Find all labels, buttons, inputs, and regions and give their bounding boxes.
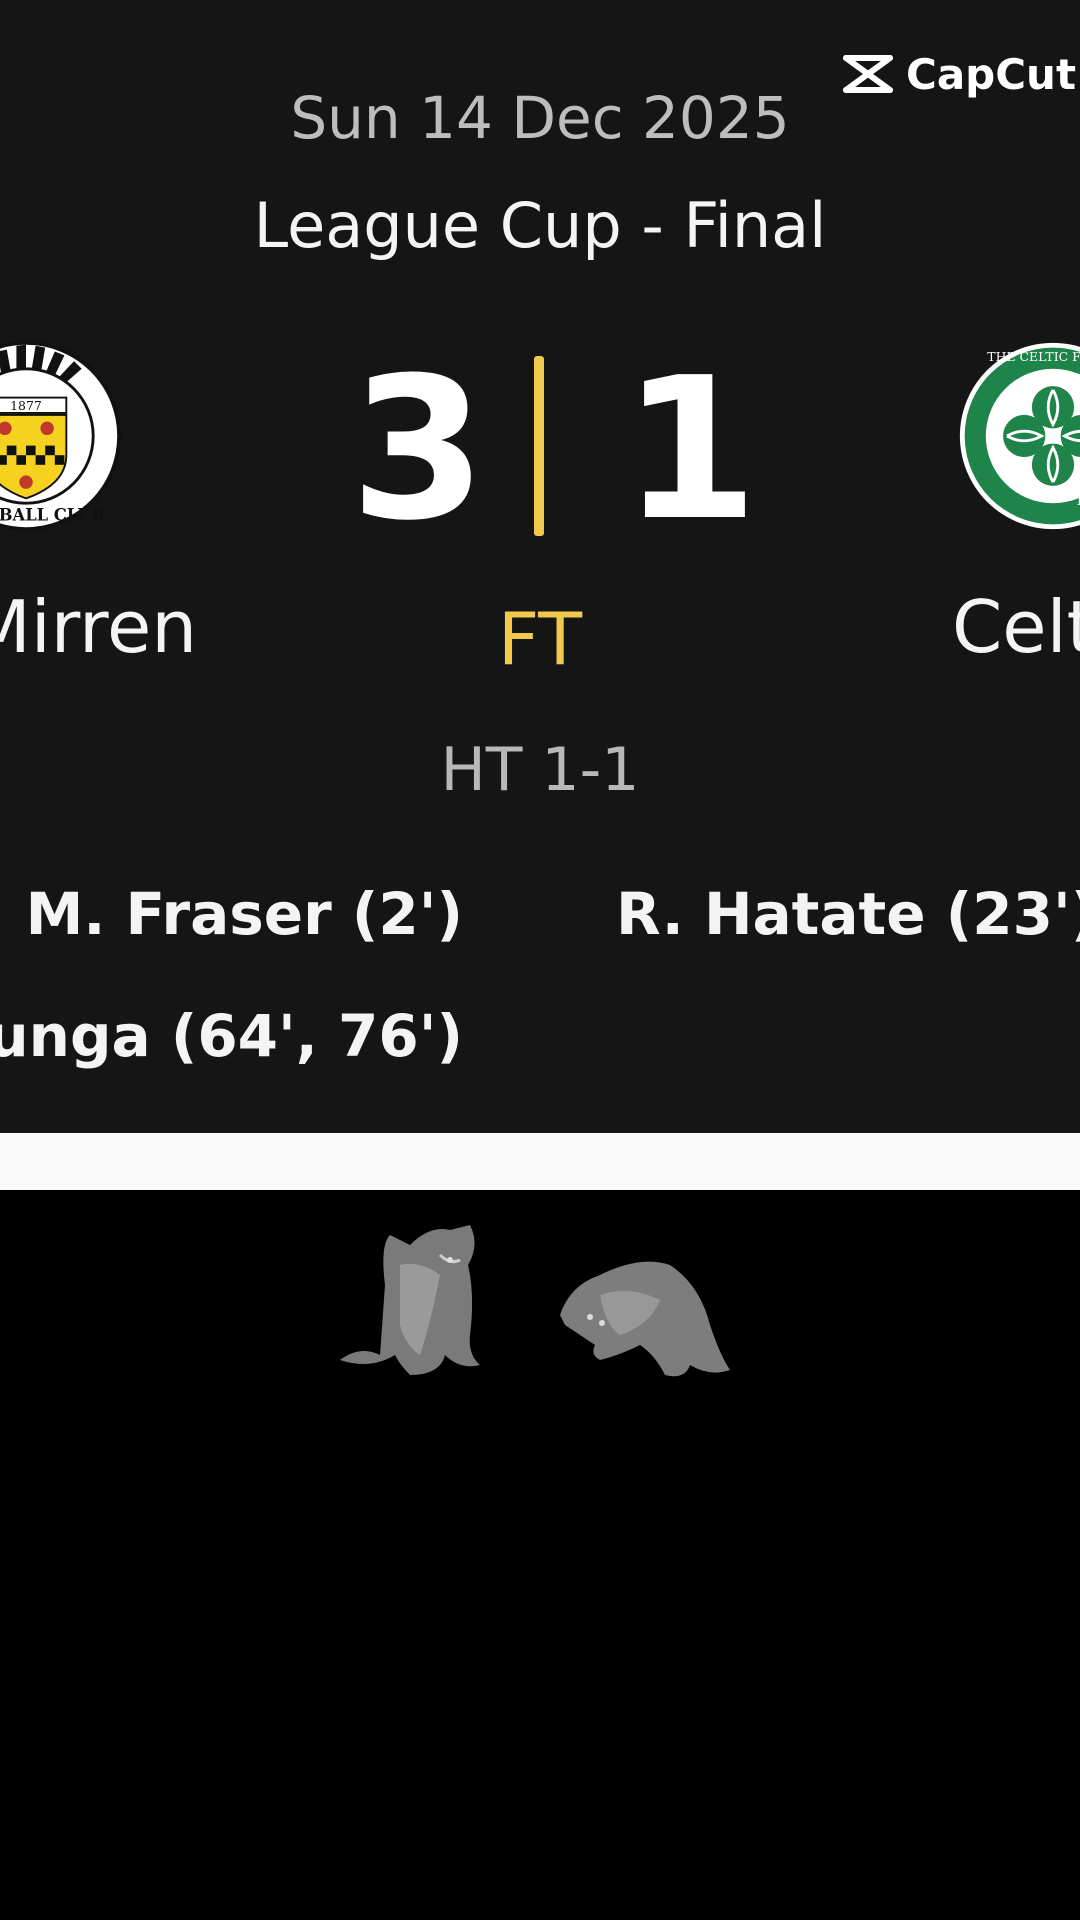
- competition-title: League Cup - Final: [253, 189, 827, 262]
- scoreboard-card: Sun 14 Dec 2025 League Cup - Final 1877: [0, 0, 1080, 1133]
- divider-band: [0, 1133, 1080, 1190]
- capcut-watermark: CapCut: [840, 49, 1077, 99]
- home-scorer: yunga (64', 76'): [0, 1002, 463, 1070]
- video-frame: Sun 14 Dec 2025 League Cup - Final 1877: [0, 0, 1080, 1920]
- watermark-text: CapCut: [906, 49, 1077, 99]
- away-scorer: R. Hatate (23'): [616, 880, 1080, 948]
- svg-text:THE CELTIC FOOTB: THE CELTIC FOOTB: [987, 349, 1080, 364]
- away-score: 1: [622, 336, 759, 564]
- svg-text:1877: 1877: [10, 398, 42, 413]
- celtic-crest-icon: THE CELTIC FOOTB 1888: [959, 342, 1080, 530]
- svg-text:FOOTBALL CLUB: FOOTBALL CLUB: [0, 505, 105, 524]
- right-cat: [560, 1261, 730, 1377]
- capcut-logo-icon: [843, 55, 893, 93]
- half-time-score: HT 1-1: [440, 735, 640, 805]
- away-team-name: Celt: [952, 585, 1080, 669]
- score-divider: [534, 356, 544, 536]
- home-score: 3: [350, 336, 487, 564]
- match-status: FT: [497, 597, 583, 681]
- cartoon-cats-icon: [340, 1225, 730, 1377]
- svg-text:1888: 1888: [1076, 493, 1080, 508]
- st-mirren-crest-icon: 1877 FOOTBALL CLUB: [0, 340, 122, 532]
- left-cat: [340, 1225, 480, 1375]
- home-scorer: M. Fraser (2'): [25, 880, 463, 948]
